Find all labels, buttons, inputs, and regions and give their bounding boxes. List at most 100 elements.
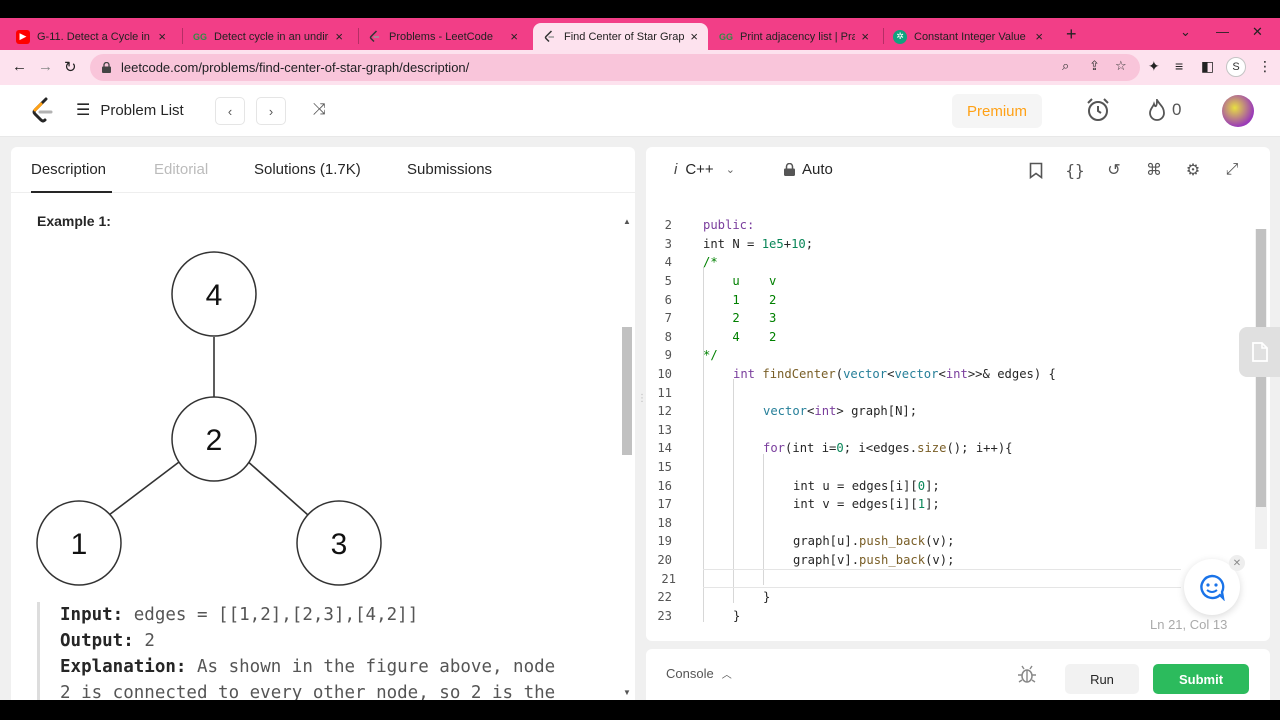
console-bar: Console ︿ Run Submit <box>646 649 1270 700</box>
auto-mode[interactable]: Auto <box>784 161 833 178</box>
browser-toolbar: ← → ↻ leetcode.com/problems/find-center-… <box>0 50 1280 85</box>
new-tab-button[interactable]: + <box>1066 24 1077 45</box>
code-line: 15 <box>657 460 672 475</box>
user-avatar[interactable] <box>1222 95 1254 127</box>
code-line: 16 int u = edges[i][0]; <box>657 478 940 493</box>
submit-button[interactable]: Submit <box>1153 664 1249 694</box>
tab-description[interactable]: Description <box>31 161 106 178</box>
gfg-icon: GG <box>719 31 734 42</box>
shuffle-icon[interactable]: ⤨ <box>313 101 326 119</box>
language-select[interactable]: i C++ ⌄ <box>674 161 735 178</box>
code-line: 8 4 2 <box>664 329 777 344</box>
window-close-icon[interactable]: ✕ <box>1252 24 1263 40</box>
prev-problem-button[interactable]: ‹ <box>215 97 245 125</box>
leetcode-logo[interactable] <box>30 97 54 125</box>
code-editor[interactable]: 2 public: 3 int N = 1e5+10; 4/* 5 u v 6 1 … <box>646 211 1270 635</box>
profile-avatar[interactable]: S <box>1226 57 1246 77</box>
browser-tab[interactable]: ✲ Constant Integer Value Dec × <box>883 23 1053 50</box>
code-line: 20 graph[v].push_back(v); <box>657 553 955 568</box>
leetcode-icon <box>368 29 382 44</box>
close-tab-icon[interactable]: × <box>158 29 166 44</box>
streak-counter[interactable]: 0 <box>1148 99 1181 121</box>
flame-icon <box>1149 99 1165 121</box>
reset-icon[interactable]: ↺ <box>1104 160 1124 180</box>
code-line: 4/* <box>664 255 718 270</box>
shortcuts-icon[interactable]: ⌘ <box>1144 160 1164 180</box>
graph-node-1: 1 <box>36 500 122 586</box>
settings-gear-icon[interactable]: ⚙ <box>1183 160 1203 180</box>
close-tab-icon[interactable]: × <box>690 29 698 44</box>
run-button[interactable]: Run <box>1065 664 1139 694</box>
example-io-block: Input: edges = [[1,2],[2,3],[4,2]] Outpu… <box>37 602 617 700</box>
example-input: Input: edges = [[1,2],[2,3],[4,2]] <box>60 605 419 625</box>
scroll-down-icon[interactable]: ▼ <box>623 688 631 697</box>
close-tab-icon[interactable]: × <box>861 29 869 44</box>
share-icon[interactable]: ⇪ <box>1089 58 1100 74</box>
scroll-up-icon[interactable]: ▲ <box>623 217 631 226</box>
extensions-icon[interactable]: ✦ <box>1148 58 1160 75</box>
chevron-down-icon: ⌄ <box>725 164 735 176</box>
bookmark-icon[interactable] <box>1026 160 1046 180</box>
example-output: Output: 2 <box>60 631 155 651</box>
close-tab-icon[interactable]: × <box>510 29 518 44</box>
notes-icon[interactable] <box>1239 327 1280 377</box>
youtube-icon: ▶ <box>16 29 30 44</box>
leetcode-icon <box>543 29 557 44</box>
console-toggle[interactable]: Console ︿ <box>666 666 732 681</box>
chat-bubble-icon <box>1200 574 1225 601</box>
zoom-icon[interactable]: ⌕ <box>1062 58 1069 74</box>
chatgpt-icon: ✲ <box>893 29 907 44</box>
code-line: 11 <box>657 385 672 400</box>
next-problem-button[interactable]: › <box>256 97 286 125</box>
browser-window: ▶ G-11. Detect a Cycle in an U × GG Dete… <box>0 18 1280 700</box>
tab-editorial[interactable]: Editorial <box>154 161 208 178</box>
chevron-up-icon: ︿ <box>721 670 732 681</box>
forward-arrow-icon[interactable]: → <box>38 58 53 75</box>
description-tabs: Description Editorial Solutions (1.7K) S… <box>11 147 635 193</box>
browser-tab[interactable]: GG Detect cycle in an undirecte × <box>183 23 353 50</box>
reload-icon[interactable]: ↻ <box>64 58 77 76</box>
example-explanation-cont: 2 is connected to every other node, so 2… <box>60 683 556 700</box>
code-editor-panel: i C++ ⌄ Auto {} ↺ ⌘ ⚙ ⤢ 2 public: 3 int N … <box>646 147 1270 641</box>
side-panel-icon[interactable]: ◧ <box>1201 58 1214 75</box>
address-bar[interactable]: leetcode.com/problems/find-center-of-sta… <box>90 54 1140 81</box>
tab-solutions[interactable]: Solutions (1.7K) <box>254 161 361 178</box>
back-arrow-icon[interactable]: ← <box>12 58 27 75</box>
example-title: Example 1: <box>37 213 111 229</box>
close-tab-icon[interactable]: × <box>335 29 343 44</box>
tab-submissions[interactable]: Submissions <box>407 161 492 178</box>
chevron-down-icon[interactable]: ⌄ <box>1180 24 1191 40</box>
tab-strip: ▶ G-11. Detect a Cycle in an U × GG Dete… <box>0 18 1280 50</box>
active-tab-indicator <box>31 191 112 193</box>
browser-tab[interactable]: Problems - LeetCode × <box>358 23 528 50</box>
problem-list-button[interactable]: ☰ Problem List <box>76 100 184 120</box>
browser-tab[interactable]: GG Print adjacency list | Practic × <box>709 23 879 50</box>
leetcode-header: ☰ Problem List ‹ › ⤨ Premium 0 <box>0 85 1280 137</box>
media-icon[interactable]: ≡ <box>1175 58 1183 74</box>
graph-node-2: 2 <box>171 396 257 482</box>
alarm-clock-icon[interactable] <box>1085 97 1111 123</box>
close-tab-icon[interactable]: × <box>1035 29 1043 44</box>
description-scrollbar[interactable]: ▲ ▼ <box>621 215 633 700</box>
browser-tab[interactable]: ▶ G-11. Detect a Cycle in an U × <box>6 23 176 50</box>
bookmark-star-icon[interactable]: ☆ <box>1115 58 1127 74</box>
code-line: 14 for(int i=0; i<edges.size(); i++){ <box>657 441 1013 456</box>
cursor-position-status: Ln 21, Col 13 <box>1150 617 1228 632</box>
format-code-icon[interactable]: {} <box>1065 160 1085 180</box>
scrollbar-thumb[interactable] <box>622 327 632 455</box>
list-icon: ☰ <box>76 102 91 119</box>
premium-button[interactable]: Premium <box>952 94 1042 128</box>
minimize-icon[interactable]: — <box>1216 24 1229 39</box>
fullscreen-icon[interactable]: ⤢ <box>1222 160 1242 180</box>
browser-tab-active[interactable]: Find Center of Star Graph - × <box>533 23 708 50</box>
svg-text:3: 3 <box>331 528 348 561</box>
gfg-icon: GG <box>193 31 208 42</box>
close-icon[interactable]: ✕ <box>1229 555 1245 571</box>
svg-text:1: 1 <box>71 528 88 561</box>
debug-bug-icon[interactable] <box>1016 663 1038 685</box>
code-line: 10 int findCenter(vector<vector<int>>& ed… <box>657 367 1056 382</box>
kebab-menu-icon[interactable]: ⋮ <box>1258 58 1272 75</box>
graph-edge <box>244 458 309 516</box>
code-line: 5 u v <box>664 274 777 289</box>
editor-scrollbar[interactable] <box>1255 229 1267 549</box>
